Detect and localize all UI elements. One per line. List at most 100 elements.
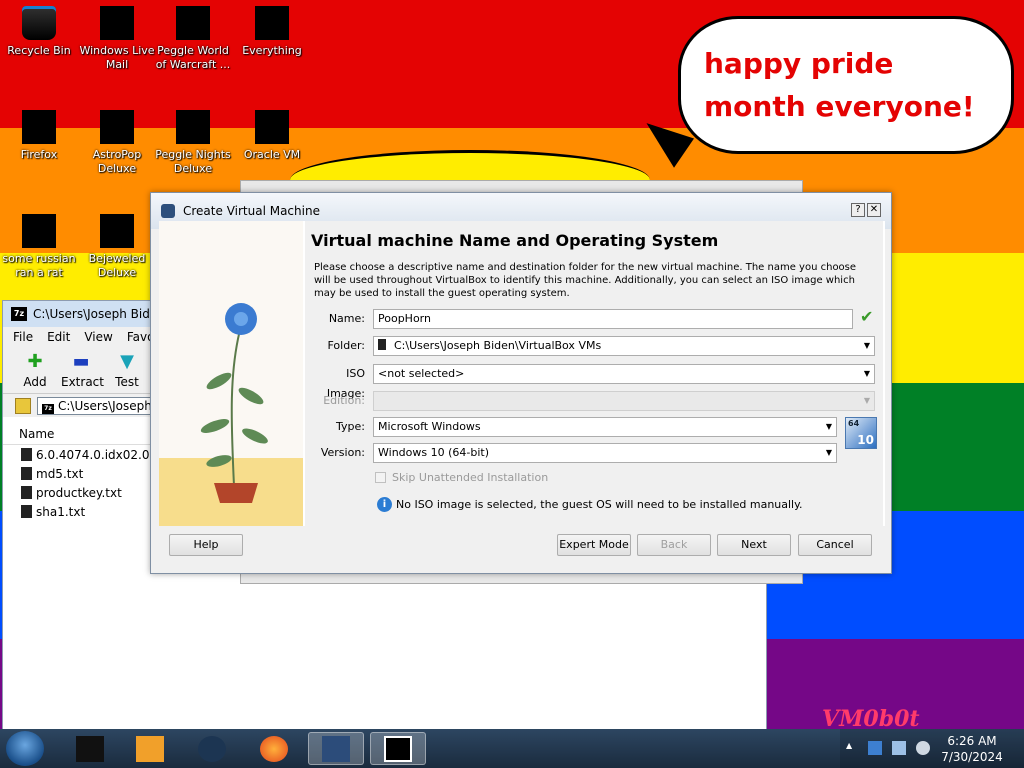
folder-up-icon[interactable] <box>15 397 31 414</box>
close-button[interactable]: ✕ <box>867 203 881 217</box>
taskbar-item-player[interactable] <box>122 732 178 765</box>
os-badge-bits: 64 <box>848 419 860 428</box>
iso-value: <not selected> <box>378 367 465 380</box>
player-icon <box>136 735 164 762</box>
os-windows-icon: 64 10 <box>845 417 877 449</box>
taskbar-item-steam[interactable] <box>184 732 240 765</box>
skip-unattended-checkbox: Skip Unattended Installation <box>375 471 548 484</box>
wizard-form: Virtual machine Name and Operating Syste… <box>305 221 883 526</box>
tool-label: Add <box>23 375 47 389</box>
version-label: Version: <box>320 446 365 459</box>
menu-edit[interactable]: Edit <box>47 330 70 344</box>
clock[interactable]: 6:26 AM 7/30/2024 <box>932 733 1012 765</box>
info-text: No ISO image is selected, the guest OS w… <box>396 498 803 511</box>
desktop-icon-label: Bejeweled Deluxe <box>88 252 146 279</box>
desktop-icon-firefox[interactable]: Firefox <box>1 106 77 162</box>
version-value: Windows 10 (64-bit) <box>378 446 489 459</box>
desktop-icon-recycle-bin[interactable]: Recycle Bin <box>1 2 77 58</box>
checkbox-box <box>375 472 386 483</box>
title-buttons: ? ✕ <box>851 203 881 217</box>
volume-icon[interactable] <box>916 741 930 755</box>
desktop-icon-oracle-vm[interactable]: Oracle VM <box>234 106 310 162</box>
speech-bubble-text: happy pride month everyone! <box>704 47 975 123</box>
desktop-icon-label: Windows Live Mail <box>79 44 155 71</box>
type-select[interactable]: Microsoft Windows ▼ <box>373 417 837 437</box>
plus-icon: ✚ <box>27 351 43 372</box>
info-message: i No ISO image is selected, the guest OS… <box>377 497 803 512</box>
firefox-icon <box>260 735 288 762</box>
page-title: Virtual machine Name and Operating Syste… <box>311 231 719 250</box>
edition-label: Edition: <box>323 394 365 407</box>
expert-mode-button[interactable]: Expert Mode <box>557 534 631 556</box>
folder-value: C:\Users\Joseph Biden\VirtualBox VMs <box>394 339 602 352</box>
info-icon: i <box>377 497 392 512</box>
address-input[interactable]: 7z C:\Users\Joseph <box>37 396 157 415</box>
tray-expand-icon[interactable]: ▲ <box>846 741 860 755</box>
desktop-icon-peggle-wow[interactable]: Peggle World of Warcraft ... <box>155 2 231 72</box>
taskbar-item-7zip[interactable] <box>370 732 426 765</box>
virtualbox-icon <box>161 204 175 218</box>
wizard-illustration <box>159 221 303 526</box>
chevron-down-icon: ▼ <box>825 448 832 457</box>
version-select[interactable]: Windows 10 (64-bit) ▼ <box>373 443 837 463</box>
type-value: Microsoft Windows <box>378 420 481 433</box>
chevron-down-icon: ▼ <box>863 341 870 350</box>
desktop-icon-label: Firefox <box>20 148 58 161</box>
test-button[interactable]: ▼ Test <box>107 351 147 390</box>
file-icon <box>21 486 32 499</box>
check-arrow-icon: ▼ <box>120 351 134 372</box>
plant-illustration <box>200 303 268 503</box>
name-input[interactable]: PoopHorn <box>373 309 853 329</box>
peggle-icon <box>176 6 210 40</box>
7zip-small-icon: 7z <box>42 403 54 414</box>
media-icon <box>76 735 104 762</box>
desktop-icon-label: Recycle Bin <box>7 44 71 57</box>
desktop-icon-label: Oracle VM <box>243 148 301 161</box>
desktop-icon-label: Peggle Nights Deluxe <box>155 148 231 175</box>
name-label: Name: <box>328 312 365 325</box>
clock-date: 7/30/2024 <box>941 750 1003 764</box>
add-button[interactable]: ✚ Add <box>15 351 55 390</box>
desktop-icon-windows-live-mail[interactable]: Windows Live Mail <box>79 2 155 72</box>
astropop-icon <box>100 110 134 144</box>
7zip-icon: 7z <box>11 307 27 321</box>
folder-select[interactable]: C:\Users\Joseph Biden\VirtualBox VMs ▼ <box>373 336 875 356</box>
file-name: md5.txt <box>36 466 84 481</box>
minus-icon: ▬ <box>72 351 90 372</box>
firefox-icon <box>22 110 56 144</box>
start-button[interactable] <box>6 731 44 766</box>
cancel-button[interactable]: Cancel <box>798 534 872 556</box>
desktop-icon-peggle-nights[interactable]: Peggle Nights Deluxe <box>155 106 231 176</box>
taskbar-item-virtualbox[interactable] <box>308 732 364 765</box>
skip-label: Skip Unattended Installation <box>392 471 549 484</box>
extract-button[interactable]: ▬ Extract <box>61 351 104 390</box>
monitor-icon[interactable] <box>892 741 906 755</box>
desktop-icon-everything[interactable]: Everything <box>234 2 310 58</box>
clock-time: 6:26 AM <box>947 734 997 748</box>
chevron-down-icon: ▼ <box>825 422 832 431</box>
help-button[interactable]: Help <box>169 534 243 556</box>
everything-icon <box>255 6 289 40</box>
taskbar-item-media[interactable] <box>62 732 118 765</box>
dialog-body: Virtual machine Name and Operating Syste… <box>159 221 885 526</box>
folder-icon <box>378 339 386 350</box>
desktop-icon-russian-rat[interactable]: some russian ran a rat <box>1 210 77 280</box>
menu-file[interactable]: File <box>13 330 33 344</box>
desktop-icon-label: some russian ran a rat <box>2 252 76 279</box>
7zip-icon <box>384 735 412 762</box>
edition-select: ▼ <box>373 391 875 411</box>
desktop-icon-label: Everything <box>242 44 302 57</box>
iso-select[interactable]: <not selected> ▼ <box>373 364 875 384</box>
tool-label: Test <box>115 375 139 389</box>
chevron-down-icon: ▼ <box>863 396 870 405</box>
file-name: productkey.txt <box>36 485 122 500</box>
network-icon[interactable] <box>868 741 882 755</box>
7zip-title: C:\Users\Joseph Biden <box>33 307 165 321</box>
desktop-icon-bejeweled[interactable]: Bejeweled Deluxe <box>79 210 155 280</box>
menu-view[interactable]: View <box>84 330 112 344</box>
next-button[interactable]: Next <box>717 534 791 556</box>
desktop-icon-astropop[interactable]: AstroPop Deluxe <box>79 106 155 176</box>
chevron-down-icon: ▼ <box>863 369 870 378</box>
help-title-button[interactable]: ? <box>851 203 865 217</box>
taskbar-item-firefox[interactable] <box>246 732 302 765</box>
